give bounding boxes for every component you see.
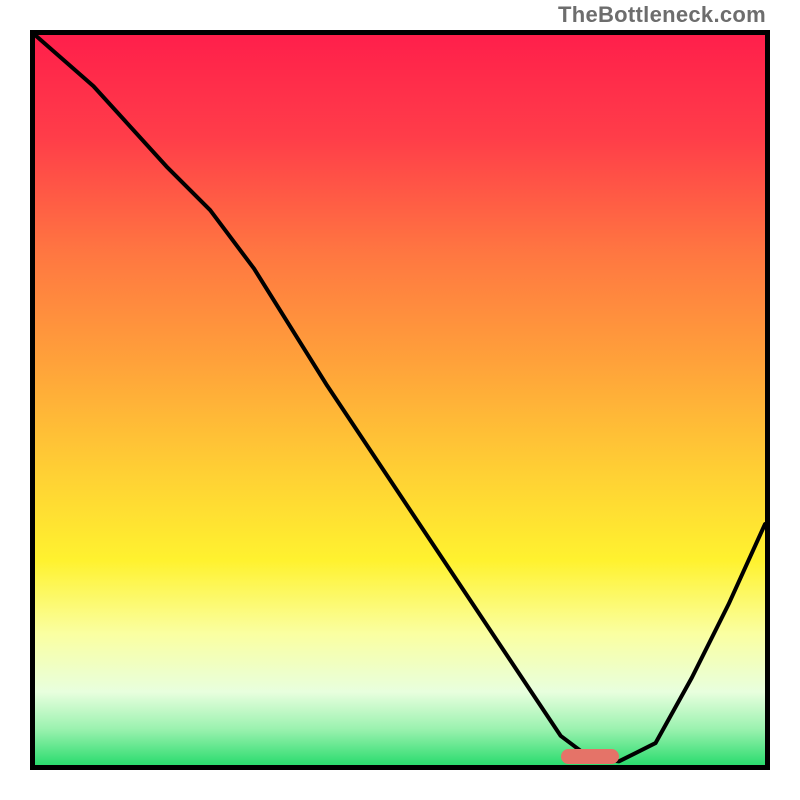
bottleneck-curve <box>35 35 765 765</box>
optimal-marker <box>561 749 619 764</box>
chart-frame <box>30 30 770 770</box>
watermark-text: TheBottleneck.com <box>558 2 766 28</box>
